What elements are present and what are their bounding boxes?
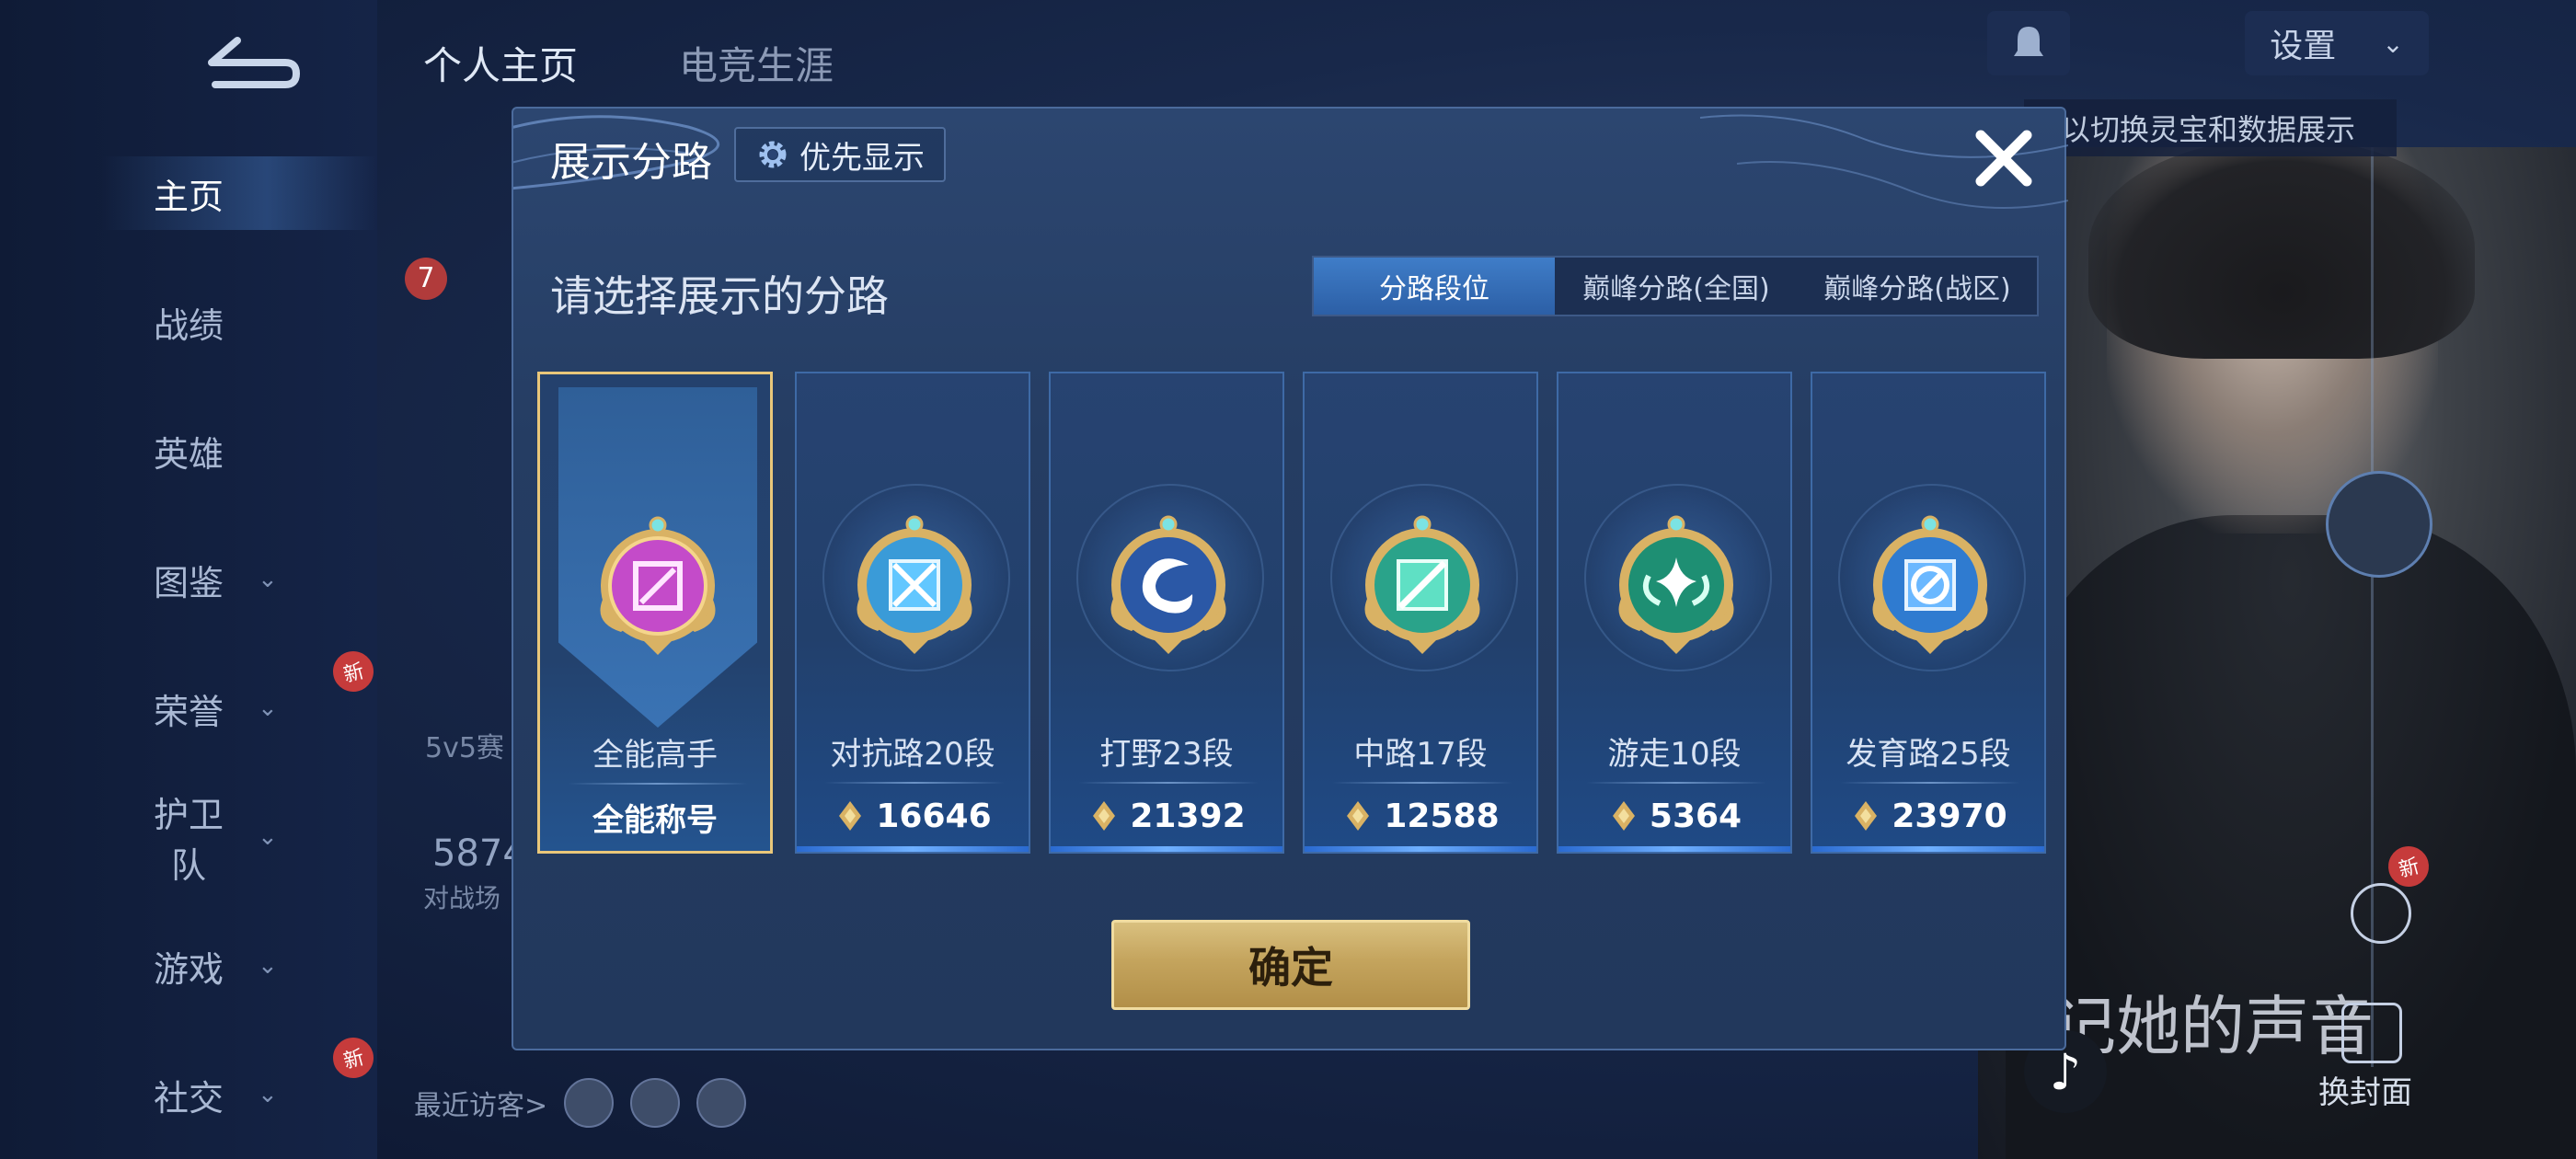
dialog-title: 展示分路 <box>550 139 712 186</box>
lane-rank-text: 发育路25段 <box>1846 736 2011 773</box>
sidebar-item-social[interactable]: 社交 ⌄ <box>138 1062 359 1127</box>
points-icon <box>839 801 862 831</box>
lane-card-farm[interactable]: 发育路25段 23970 <box>1811 372 2046 854</box>
lane-card-clash[interactable]: 对抗路20段 16646 <box>795 372 1030 854</box>
chevron-down-icon: ⌄ <box>258 566 278 593</box>
allround-icon <box>600 516 716 655</box>
tab-lane-rank[interactable]: 分路段位 <box>1314 258 1555 315</box>
lane-rank-text: 游走10段 <box>1607 736 1742 773</box>
chevron-down-icon: ⌄ <box>2382 28 2404 59</box>
sidebar-item-records[interactable]: 战绩 <box>138 290 359 354</box>
lane-card-roam[interactable]: 游走10段 5364 <box>1557 372 1792 854</box>
sidebar-item-home[interactable]: 主页 <box>138 161 359 225</box>
lane-mode-tabs: 分路段位 巅峰分路(全国) 巅峰分路(战区) <box>1312 256 2039 316</box>
lane-card-mid[interactable]: 中路17段 12588 <box>1303 372 1538 854</box>
hint-text: 以切换灵宝和数据展示 <box>2024 99 2397 156</box>
lane-title-text: 全能称号 <box>592 801 718 839</box>
lane-points: 16646 <box>797 793 1029 839</box>
lane-card-allround[interactable]: 全能高手 全能称号 <box>537 372 773 854</box>
chevron-down-icon: ⌄ <box>258 1081 278 1108</box>
lane-points: 21392 <box>1051 793 1282 839</box>
top-tabs: 个人主页 电竞生涯 <box>423 35 834 91</box>
divider <box>1840 782 2020 784</box>
divider <box>1078 782 1259 784</box>
points-icon <box>1612 801 1635 831</box>
recent-visitors[interactable]: 最近访客> <box>414 1078 747 1128</box>
lane-points: 5364 <box>1558 793 1790 839</box>
divider <box>568 783 748 785</box>
mode-label: 5v5赛 <box>425 732 504 764</box>
settings-button[interactable]: 设置 ⌄ <box>2245 11 2429 75</box>
notification-button[interactable] <box>1987 11 2070 75</box>
lane-points: 12588 <box>1305 793 1536 839</box>
dialog-subtitle: 请选择展示的分路 <box>550 271 889 321</box>
sidebar-item-honor[interactable]: 荣誉 ⌄ <box>138 676 359 740</box>
change-cover-button[interactable]: 换封面 <box>2318 1067 2412 1112</box>
points-icon <box>1093 801 1116 831</box>
lane-points: 23970 <box>1812 793 2044 839</box>
divider <box>1586 782 1766 784</box>
lane-cards: 全能高手 全能称号 对抗路20段 16646 打野23段 21392 中路17段… <box>537 372 2046 859</box>
farm-lane-icon <box>1872 515 1988 654</box>
priority-display-button[interactable]: 优先显示 <box>734 127 946 182</box>
mid-lane-icon <box>1364 515 1480 654</box>
avatar[interactable] <box>564 1078 615 1128</box>
clash-lane-icon <box>857 515 972 654</box>
jungle-icon <box>1110 515 1226 654</box>
sidebar-item-games[interactable]: 游戏 ⌄ <box>138 934 359 998</box>
chevron-down-icon: ⌄ <box>258 823 278 851</box>
sidebar-item-heroes[interactable]: 英雄 <box>138 419 359 483</box>
lane-rank-text: 中路17段 <box>1353 736 1488 773</box>
sidebar-item-codex[interactable]: 图鉴 ⌄ <box>138 547 359 612</box>
cover-photo-hair <box>2088 138 2475 359</box>
lane-rank-text: 打野23段 <box>1099 736 1234 773</box>
card-glow <box>1812 846 2044 852</box>
tab-peak-region[interactable]: 巅峰分路(战区) <box>1798 258 2037 315</box>
close-icon <box>1975 130 2032 187</box>
stat-label: 对战场 <box>423 883 501 913</box>
divider <box>1332 782 1512 784</box>
card-glow <box>1558 846 1790 852</box>
avatar[interactable] <box>696 1078 747 1128</box>
tab-profile[interactable]: 个人主页 <box>423 35 578 91</box>
card-glow <box>797 846 1029 852</box>
group-icon[interactable] <box>2351 883 2411 944</box>
roam-icon <box>1618 515 1734 654</box>
lane-rank-text: 全能高手 <box>592 737 718 774</box>
lane-rank-text: 对抗路20段 <box>830 736 995 773</box>
gear-icon <box>759 141 787 168</box>
display-lane-dialog: 展示分路 优先显示 请选择展示的分路 分路段位 巅峰分路(全国) 巅峰分路(战区… <box>512 107 2068 1050</box>
tab-esports[interactable]: 电竞生涯 <box>679 35 834 91</box>
card-glow <box>1305 846 1536 852</box>
chevron-down-icon: ⌄ <box>258 952 278 980</box>
change-cover-icon[interactable] <box>2341 1003 2402 1063</box>
bell-icon <box>2014 27 2043 56</box>
lane-card-jungle[interactable]: 打野23段 21392 <box>1049 372 1284 854</box>
points-icon <box>1347 801 1370 831</box>
back-arrow-icon[interactable] <box>193 28 304 92</box>
tab-peak-national[interactable]: 巅峰分路(全国) <box>1555 258 1798 315</box>
sidebar-item-guard[interactable]: 护卫队 ⌄ <box>138 795 359 886</box>
close-button[interactable] <box>1967 121 2041 195</box>
avatar[interactable] <box>630 1078 681 1128</box>
confirm-button[interactable]: 确定 <box>1111 920 1470 1010</box>
card-glow <box>1051 846 1282 852</box>
divider <box>824 782 1005 784</box>
chevron-down-icon: ⌄ <box>258 694 278 722</box>
avatar[interactable] <box>2326 471 2432 578</box>
points-icon <box>1855 801 1878 831</box>
level-badge: 7 <box>405 258 447 300</box>
